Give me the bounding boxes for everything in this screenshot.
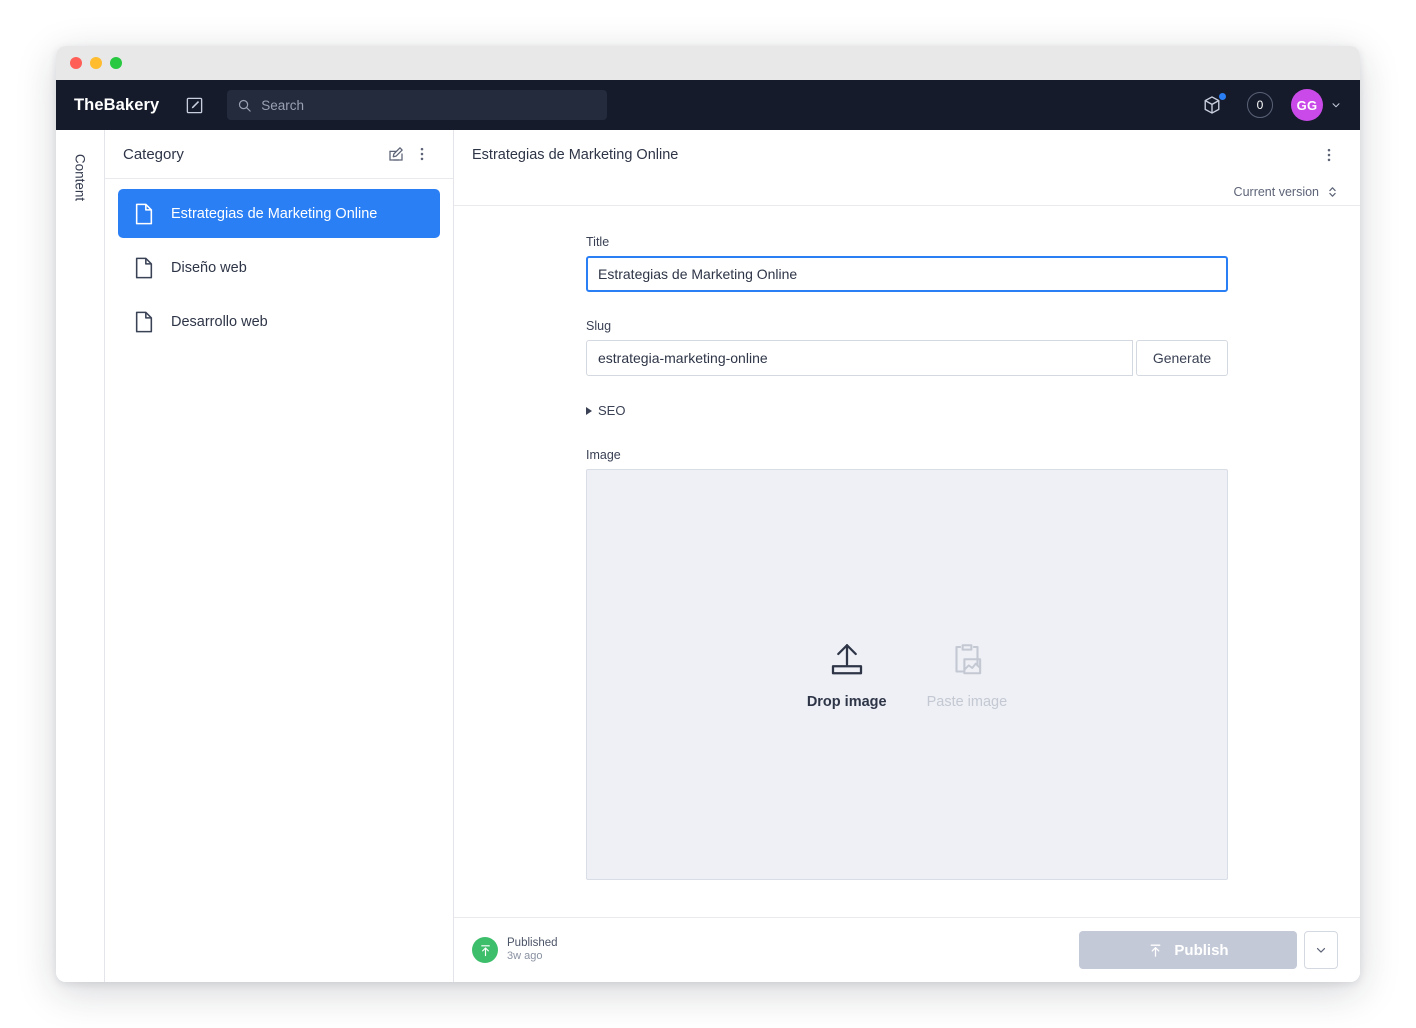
page-title: Estrategias de Marketing Online <box>472 146 679 163</box>
seo-label: SEO <box>598 403 626 418</box>
upload-icon <box>831 643 862 674</box>
status-title: Published <box>507 936 558 949</box>
chevron-down-icon <box>1316 947 1326 953</box>
app-body: Content Category Estrategias de Marketin… <box>56 130 1360 982</box>
sidebar-edit-button[interactable] <box>383 141 409 167</box>
clipboard-image-icon <box>955 643 982 674</box>
slug-field-group: Slug estrategia-marketing-online Generat… <box>586 319 1228 376</box>
version-select-label: Current version <box>1233 185 1319 199</box>
publish-arrow-icon <box>480 944 490 956</box>
chevron-down-icon <box>1332 103 1340 108</box>
avatar-menu-button[interactable] <box>1330 99 1342 111</box>
status-time: 3w ago <box>507 950 543 963</box>
image-dropzone[interactable]: Drop image Paste image <box>586 469 1228 880</box>
packages-button[interactable] <box>1199 92 1226 118</box>
app-header: TheBakery Search 0 GG <box>56 80 1360 130</box>
main-panel: Estrategias de Marketing Online Current … <box>454 130 1360 982</box>
search-input[interactable]: Search <box>227 90 608 120</box>
window-zoom-button[interactable] <box>110 57 122 69</box>
sidebar-item-desarrollo-web[interactable]: Desarrollo web <box>118 297 440 346</box>
notification-count-badge[interactable]: 0 <box>1247 92 1273 118</box>
window-close-button[interactable] <box>70 57 82 69</box>
generate-slug-button[interactable]: Generate <box>1136 340 1228 376</box>
more-vertical-icon <box>420 147 424 161</box>
status-text: Published 3w ago <box>507 936 558 964</box>
image-field-group: Image Drop image Paste image <box>586 448 1228 880</box>
paste-image-option[interactable]: Paste image <box>926 640 1008 710</box>
triangle-right-icon <box>586 406 592 415</box>
edit-square-icon <box>186 97 203 113</box>
document-icon <box>133 203 155 225</box>
package-notification-dot <box>1219 93 1226 100</box>
paste-image-label: Paste image <box>926 693 1008 710</box>
sidebar-title: Category <box>123 145 184 163</box>
publish-button[interactable]: Publish <box>1079 931 1297 969</box>
slug-label: Slug <box>586 319 612 333</box>
drop-image-option[interactable]: Drop image <box>807 640 887 710</box>
window-minimize-button[interactable] <box>90 57 102 69</box>
title-label: Title <box>586 235 610 249</box>
sidebar-item-estrategias-de-marketing-online[interactable]: Estrategias de Marketing Online <box>118 189 440 238</box>
search-icon <box>239 99 251 112</box>
sidebar-item-diseno-web[interactable]: Diseño web <box>118 243 440 292</box>
compose-button[interactable] <box>181 92 207 118</box>
title-field-group: Title Estrategias de Marketing Online <box>586 235 1228 292</box>
sidebar-item-label: Diseño web <box>171 259 247 276</box>
status-badge <box>472 937 498 963</box>
main-header: Estrategias de Marketing Online <box>454 130 1360 179</box>
sidebar-more-button[interactable] <box>409 141 435 167</box>
seo-disclosure[interactable]: SEO <box>586 403 1228 418</box>
window-titlebar <box>56 46 1360 80</box>
publish-arrow-icon <box>1147 942 1164 959</box>
sidebar-header: Category <box>105 130 453 179</box>
publish-options-button[interactable] <box>1304 931 1338 969</box>
content-rail: Content <box>56 130 105 982</box>
sidebar-item-label: Desarrollo web <box>171 313 268 330</box>
app-brand: TheBakery <box>74 95 160 114</box>
main-more-button[interactable] <box>1316 142 1342 168</box>
slug-row: estrategia-marketing-online Generate <box>586 340 1228 376</box>
chevron-up-down-icon <box>1327 185 1338 199</box>
version-bar: Current version <box>454 179 1360 206</box>
publish-button-label: Publish <box>1174 941 1229 959</box>
version-select[interactable]: Current version <box>1234 185 1338 199</box>
category-sidebar: Category Estrategias de Marketing Online… <box>105 130 454 982</box>
category-list: Estrategias de Marketing Online Diseño w… <box>105 179 453 982</box>
edit-square-icon <box>389 147 403 161</box>
form: Title Estrategias de Marketing Online Sl… <box>586 206 1228 880</box>
slug-input[interactable]: estrategia-marketing-online <box>586 340 1133 376</box>
drop-image-label: Drop image <box>806 693 887 710</box>
search-placeholder: Search <box>261 97 305 113</box>
document-icon <box>133 311 155 333</box>
title-input[interactable]: Estrategias de Marketing Online <box>586 256 1228 292</box>
publish-status: Published 3w ago <box>472 936 558 964</box>
avatar[interactable]: GG <box>1291 89 1323 121</box>
form-scroll-area: Title Estrategias de Marketing Online Sl… <box>454 206 1360 917</box>
app-window: TheBakery Search 0 GG Content Category E… <box>56 46 1360 982</box>
main-footer: Published 3w ago Publish <box>454 917 1360 982</box>
sidebar-item-label: Estrategias de Marketing Online <box>171 205 378 222</box>
document-icon <box>133 257 155 279</box>
image-label: Image <box>586 448 621 462</box>
more-vertical-icon <box>1327 148 1331 161</box>
rail-label-content[interactable]: Content <box>73 154 88 201</box>
